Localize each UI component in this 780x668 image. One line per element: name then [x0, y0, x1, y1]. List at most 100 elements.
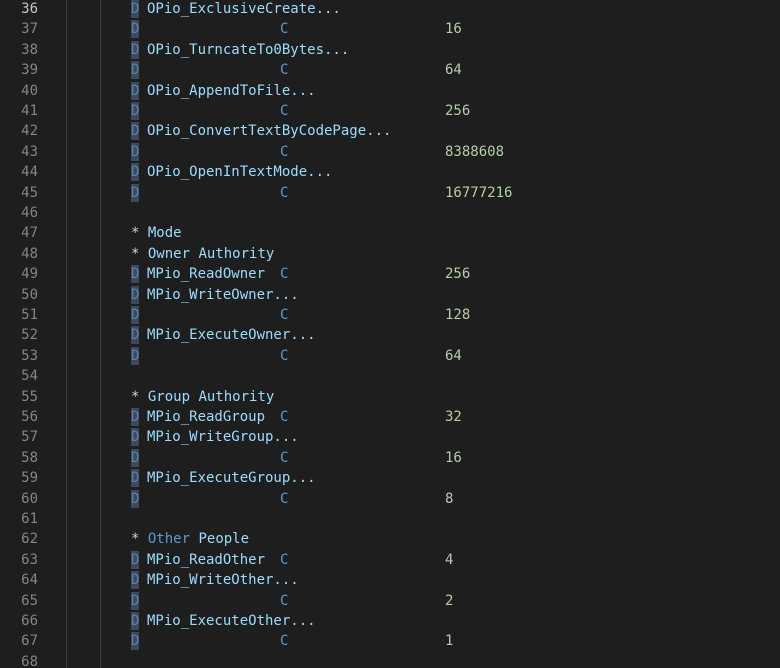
code-line[interactable]: 47 * Mode [0, 223, 780, 243]
keyword-c: C [280, 143, 289, 160]
code-line[interactable]: 37 D C 16 [0, 19, 780, 39]
spec-type-d: D [131, 591, 140, 611]
code-line[interactable]: 51 D C 128 [0, 305, 780, 325]
keyword-c: C [280, 21, 289, 38]
code-line[interactable]: 61 [0, 509, 780, 529]
constant-value: 8 [445, 490, 454, 507]
keyword-c: C [280, 266, 289, 283]
code-line[interactable]: 67 D C 1 [0, 631, 780, 651]
line-number: 41 [21, 103, 38, 119]
code-editor[interactable]: 36 D OPio_ExclusiveCreate... 37 D C 16 38 D OPio_… [0, 0, 780, 668]
spec-type-d: D [131, 142, 140, 162]
keyword-c: C [280, 184, 289, 201]
keyword-c: C [280, 449, 289, 466]
code-line[interactable]: 64 D MPio_WriteOther... [0, 570, 780, 590]
constant-name: OPio_OpenInTextMode... [147, 164, 333, 181]
spec-type-d: D [131, 60, 140, 80]
constant-name: MPio_ReadOther [147, 551, 266, 568]
line-number: 53 [21, 347, 38, 364]
line-number: 46 [21, 205, 38, 221]
code-line[interactable]: 49 D MPio_ReadOwner C 256 [0, 264, 780, 284]
spec-type-d: D [131, 570, 140, 590]
line-number: 59 [21, 470, 38, 487]
constant-value: 1 [445, 633, 454, 650]
constant-name: OPio_ConvertTextByCodePage... [147, 123, 392, 140]
constant-value: 4 [445, 551, 454, 568]
line-number: 43 [21, 143, 38, 160]
code-line[interactable]: 38 D OPio_TurncateTo0Bytes... [0, 40, 780, 60]
code-line[interactable]: 39 D C 64 [0, 60, 780, 80]
comment-line: * Group Authority [131, 387, 274, 407]
constant-value: 64 [445, 347, 462, 364]
code-line[interactable]: 58 D C 16 [0, 448, 780, 468]
line-number: 39 [21, 62, 38, 79]
code-line[interactable]: 36 D OPio_ExclusiveCreate... [0, 0, 780, 19]
spec-type-d: D [131, 285, 140, 305]
code-line[interactable]: 50 D MPio_WriteOwner... [0, 285, 780, 305]
spec-type-d: D [131, 325, 140, 345]
spec-type-d: D [131, 121, 140, 141]
spec-type-d: D [131, 183, 140, 203]
code-line[interactable]: 60 D C 8 [0, 489, 780, 509]
line-number: 51 [21, 307, 38, 323]
spec-type-d: D [131, 101, 140, 121]
code-line[interactable]: 48 * Owner Authority [0, 244, 780, 264]
code-line[interactable]: 68 [0, 652, 780, 668]
keyword-c: C [280, 551, 289, 568]
code-line[interactable]: 43 D C 8388608 [0, 142, 780, 162]
code-line[interactable]: 55 * Group Authority [0, 387, 780, 407]
line-number: 64 [21, 572, 38, 589]
code-line[interactable]: 59 D MPio_ExecuteGroup... [0, 468, 780, 488]
line-number: 49 [21, 266, 38, 283]
constant-value: 8388608 [445, 143, 505, 160]
code-line[interactable]: 53 D C 64 [0, 346, 780, 366]
code-line[interactable]: 57 D MPio_WriteGroup... [0, 427, 780, 447]
constant-name: MPio_ExecuteGroup... [147, 470, 316, 487]
comment-text: Owner Authority [147, 245, 275, 262]
comment-asterisk: * [131, 225, 140, 242]
line-number: 66 [21, 613, 38, 629]
constant-name: OPio_ExclusiveCreate... [147, 1, 341, 17]
spec-type-d: D [131, 489, 140, 509]
constant-value: 256 [445, 266, 471, 283]
line-number: 38 [21, 41, 38, 58]
comment-line: * Other People [131, 529, 249, 549]
code-line[interactable]: 52 D MPio_ExecuteOwner... [0, 325, 780, 345]
line-number: 63 [21, 551, 38, 568]
code-line[interactable]: 45 D C 16777216 [0, 183, 780, 203]
code-line[interactable]: 54 [0, 366, 780, 386]
constant-value: 16777216 [445, 184, 513, 201]
spec-type-d: D [131, 19, 140, 39]
constant-name: OPio_AppendToFile... [147, 82, 316, 99]
code-line[interactable]: 66 D MPio_ExecuteOther... [0, 611, 780, 631]
code-line[interactable]: 40 D OPio_AppendToFile... [0, 81, 780, 101]
line-number: 54 [21, 368, 38, 385]
spec-type-d: D [131, 427, 140, 447]
constant-value: 128 [445, 307, 471, 323]
constant-value: 256 [445, 103, 471, 119]
keyword-c: C [280, 307, 289, 323]
code-line[interactable]: 44 D OPio_OpenInTextMode... [0, 162, 780, 182]
line-number: 47 [21, 225, 38, 242]
keyword-c: C [280, 347, 289, 364]
line-number: 45 [21, 184, 38, 201]
comment-asterisk: * [131, 388, 140, 405]
keyword-c: C [280, 409, 289, 425]
keyword-c: C [280, 62, 289, 79]
line-number: 62 [21, 531, 38, 548]
line-number: 55 [21, 388, 38, 405]
line-number: 50 [21, 286, 38, 303]
code-line[interactable]: 62 * Other People [0, 529, 780, 549]
code-line[interactable]: 46 [0, 203, 780, 223]
code-line[interactable]: 41 D C 256 [0, 101, 780, 121]
spec-type-d: D [131, 81, 140, 101]
comment-text: People [198, 531, 250, 548]
constant-name: OPio_TurncateTo0Bytes... [147, 41, 350, 58]
code-line[interactable]: 65 D C 2 [0, 591, 780, 611]
code-line[interactable]: 56 D MPio_ReadGroup C 32 [0, 407, 780, 427]
comment-line: * Owner Authority [131, 244, 274, 264]
code-line[interactable]: 42 D OPio_ConvertTextByCodePage... [0, 121, 780, 141]
constant-value: 2 [445, 592, 454, 609]
spec-type-d: D [131, 264, 140, 284]
code-line[interactable]: 63 D MPio_ReadOther C 4 [0, 550, 780, 570]
